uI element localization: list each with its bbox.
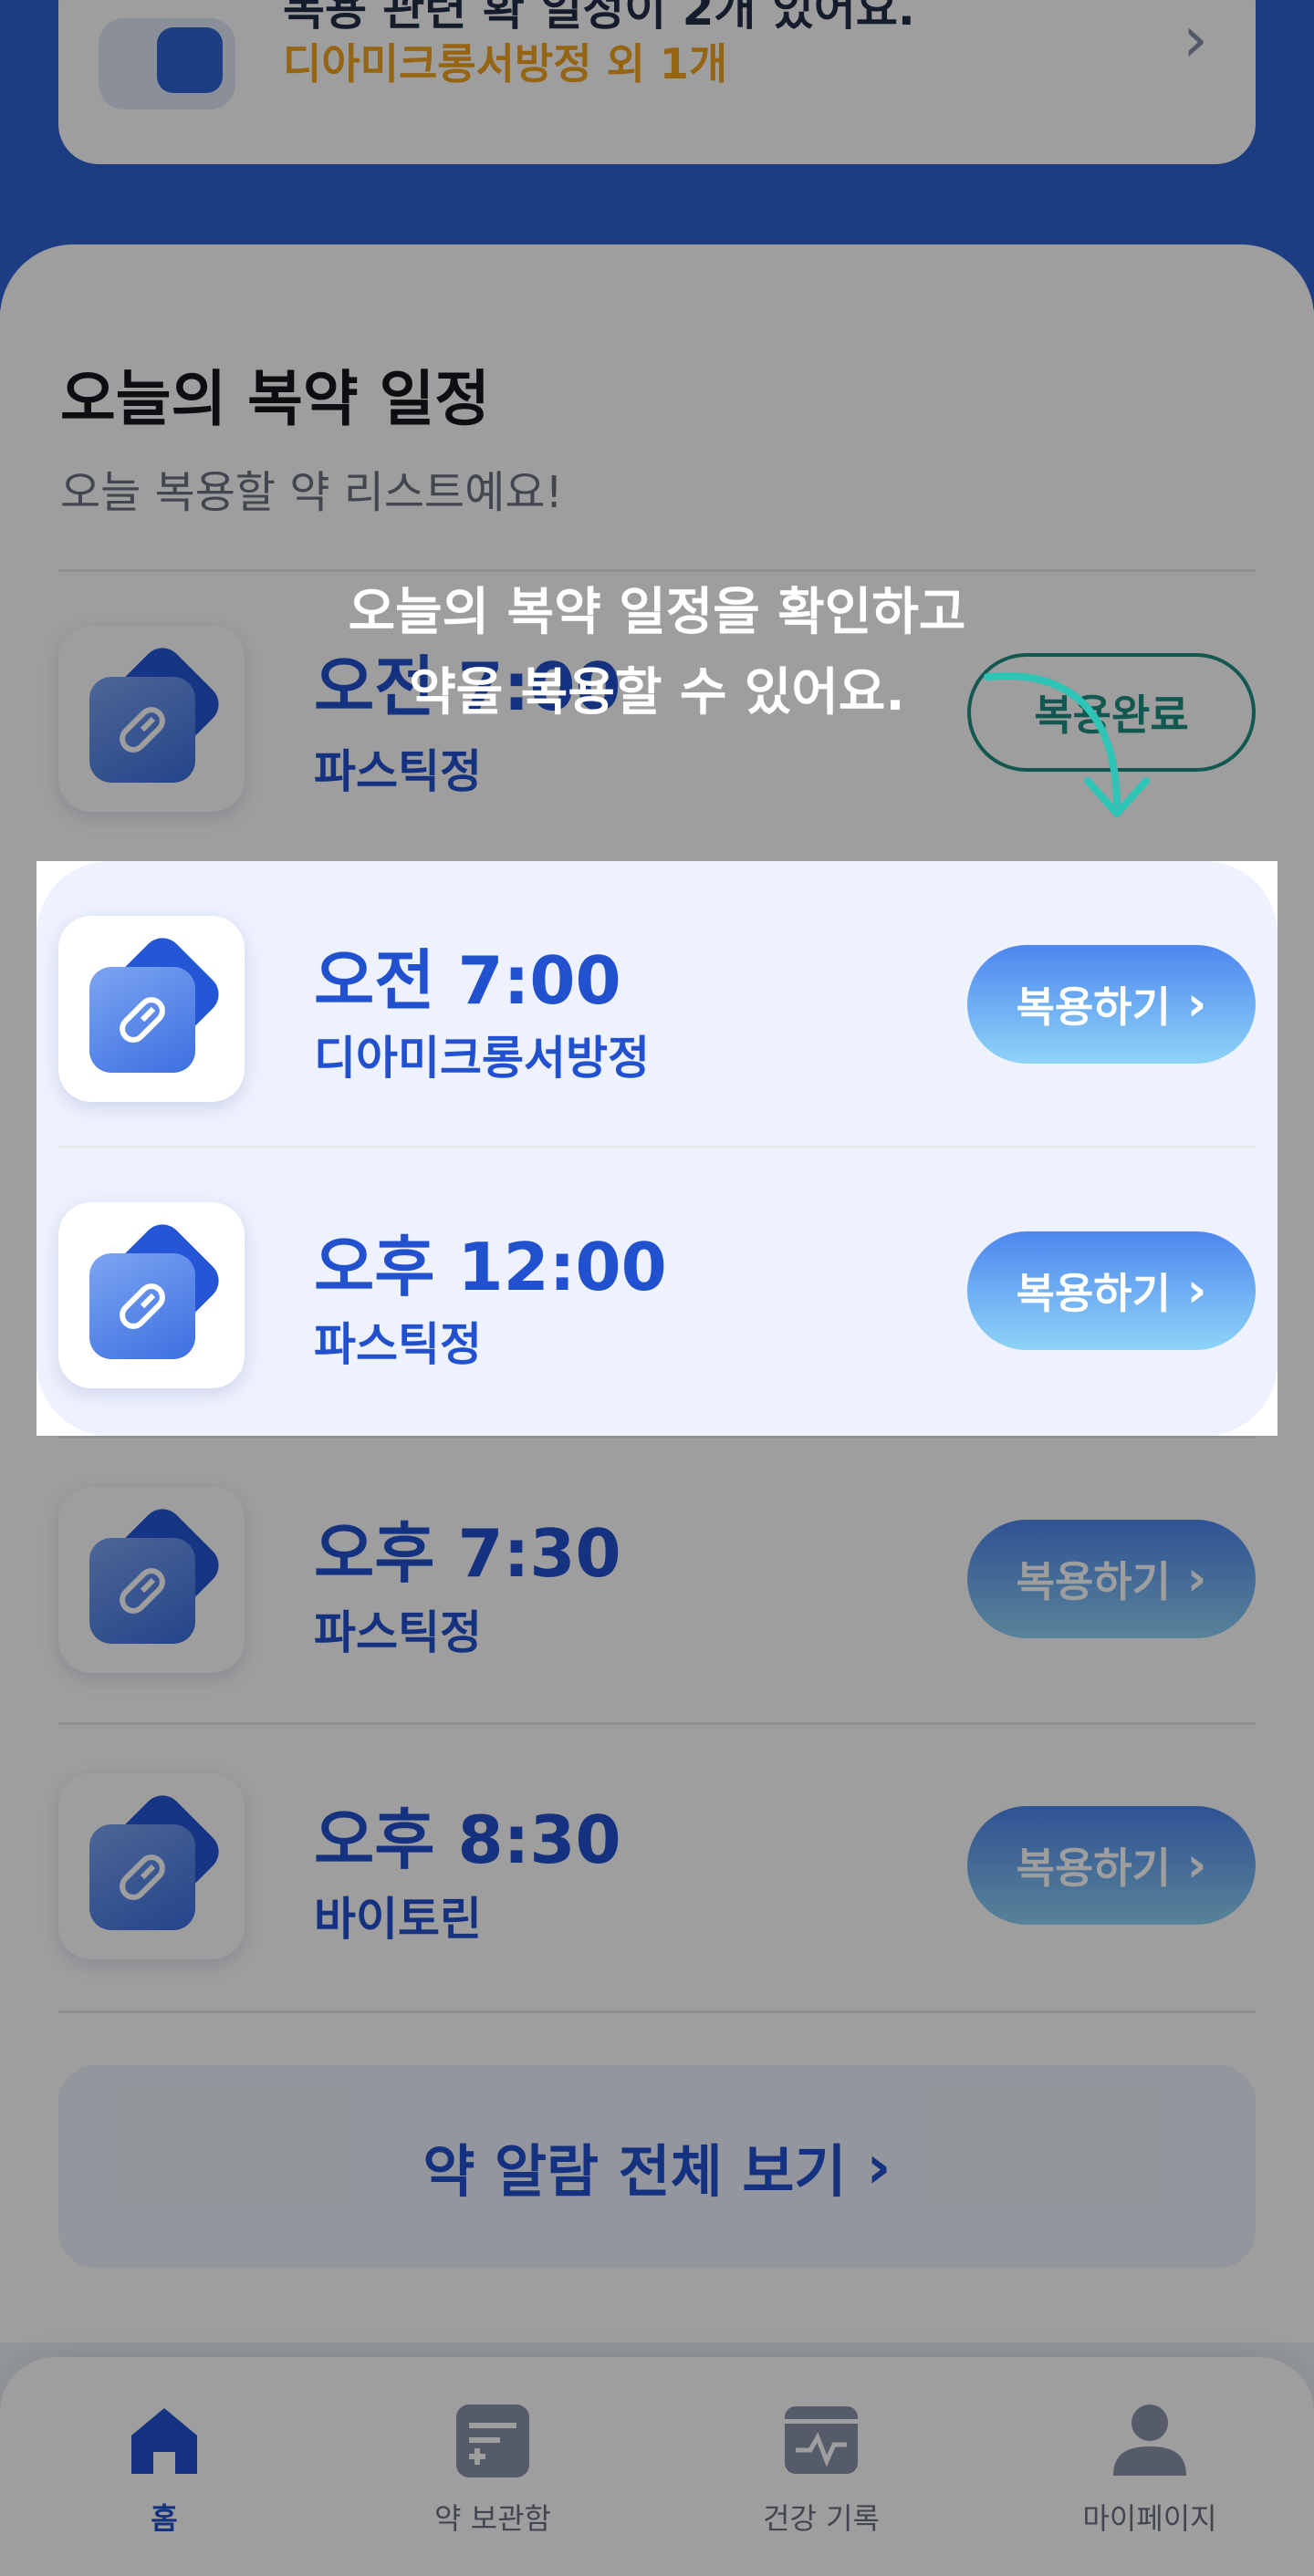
checklist-icon	[99, 18, 235, 109]
pill-icon	[58, 1202, 245, 1388]
schedule-medicine: 파스틱정	[314, 745, 482, 798]
schedule-time: 오전 7:00	[314, 942, 621, 1019]
view-all-alarms-button[interactable]: 약 알람 전체 보기 ›	[58, 2065, 1256, 2268]
schedule-time: 오후 7:30	[314, 1515, 621, 1592]
tab-my-page[interactable]: 마이페이지	[986, 2357, 1314, 2576]
tab-label: 마이페이지	[1082, 2501, 1217, 2536]
health-record-icon	[785, 2406, 858, 2474]
tab-home[interactable]: 홈	[0, 2357, 328, 2576]
schedule-time: 오후 8:30	[314, 1802, 621, 1878]
medicine-box-icon	[456, 2405, 529, 2477]
chevron-right-icon: ›	[1183, 2, 1208, 77]
tab-health-record[interactable]: 건강 기록	[657, 2357, 986, 2576]
schedule-medicine: 디아미크롱서방정	[314, 1032, 650, 1085]
guide-arrow-icon	[984, 672, 1150, 817]
onboarding-guide-text: 오늘의 복약 일정을 확인하고 약을 복용할 수 있어요.	[237, 573, 1077, 733]
schedule-medicine: 파스틱정	[314, 1606, 482, 1659]
schedule-row: 오후 8:30 바이토린 복용하기 ›	[0, 1722, 1314, 2007]
guide-line: 약을 복용할 수 있어요.	[409, 663, 905, 722]
take-medicine-button[interactable]: 복용하기 ›	[967, 1520, 1256, 1638]
tab-label: 약 보관함	[434, 2501, 551, 2536]
section-title: 오늘의 복약 일정	[60, 364, 490, 434]
schedule-row: 오전 7:00 디아미크롱서방정 복용하기 ›	[0, 861, 1314, 1146]
take-medicine-button[interactable]: 복용하기 ›	[967, 1231, 1256, 1350]
schedule-time: 오후 12:00	[314, 1229, 667, 1305]
tab-medicine-box[interactable]: 약 보관함	[328, 2357, 657, 2576]
take-button-label: 복용하기	[1016, 1269, 1171, 1318]
pill-icon	[58, 1773, 245, 1959]
chevron-right-icon: ›	[1186, 1552, 1207, 1606]
take-medicine-button[interactable]: 복용하기 ›	[967, 945, 1256, 1064]
schedule-row: 오후 12:00 파스틱정 복용하기 ›	[0, 1148, 1314, 1432]
view-all-alarms-label: 약 알람 전체 보기	[422, 2138, 847, 2205]
chevron-right-icon: ›	[866, 2131, 892, 2202]
tab-label: 홈	[151, 2501, 178, 2536]
pill-icon	[58, 1487, 245, 1673]
medication-notice-card[interactable]: 복용 관련 확 일정이 2개 있어요. 디아미크롱서방정 외 1개 ›	[58, 0, 1256, 164]
take-medicine-button[interactable]: 복용하기 ›	[967, 1806, 1256, 1925]
take-button-label: 복용하기	[1016, 1557, 1171, 1606]
profile-icon	[1113, 2405, 1186, 2476]
schedule-medicine: 바이토린	[314, 1893, 482, 1946]
divider	[58, 2010, 1256, 2013]
take-button-label: 복용하기	[1016, 982, 1171, 1032]
schedule-medicine: 파스틱정	[314, 1318, 482, 1371]
notice-subtitle: 디아미크롱서방정 외 1개	[283, 39, 728, 88]
chevron-right-icon: ›	[1186, 977, 1207, 1032]
take-button-label: 복용하기	[1016, 1844, 1171, 1893]
section-subtitle: 오늘 복용할 약 리스트예요!	[60, 467, 563, 518]
bottom-tab-bar: 홈 약 보관함 건강 기록 마이페이지	[0, 2357, 1314, 2576]
guide-line: 오늘의 복약 일정을 확인하고	[348, 583, 966, 642]
chevron-right-icon: ›	[1186, 1838, 1207, 1893]
home-icon	[131, 2408, 197, 2474]
tab-label: 건강 기록	[763, 2501, 880, 2536]
schedule-row: 오후 7:30 파스틱정 복용하기 ›	[0, 1436, 1314, 1720]
chevron-right-icon: ›	[1186, 1263, 1207, 1318]
pill-icon	[58, 916, 245, 1102]
pill-icon	[58, 626, 245, 812]
